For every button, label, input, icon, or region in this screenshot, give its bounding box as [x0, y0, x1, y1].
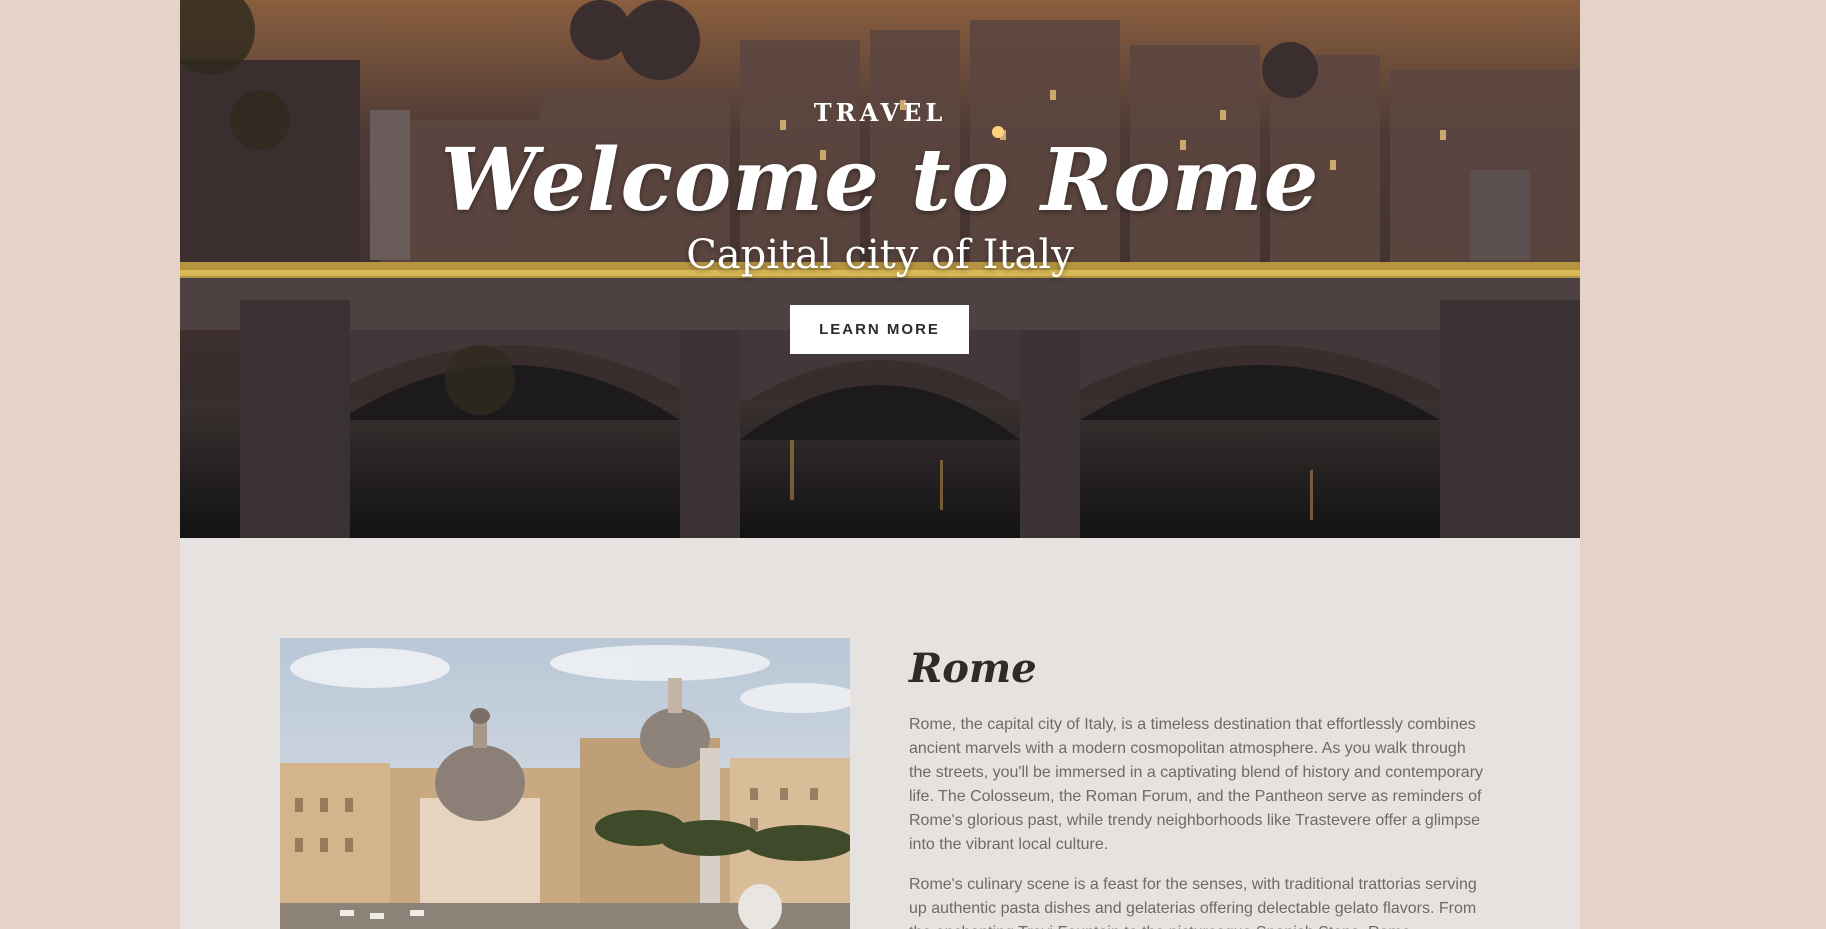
- learn-more-button[interactable]: LEARN MORE: [790, 305, 969, 354]
- hero-banner: TRAVEL Welcome to Rome Capital city of I…: [180, 0, 1580, 538]
- culinary-paragraph: Rome's culinary scene is a feast for the…: [909, 876, 1477, 929]
- rome-photo: [280, 638, 850, 929]
- section-heading: Rome: [909, 645, 1037, 692]
- intro-paragraph: Rome, the capital city of Italy, is a ti…: [909, 716, 1484, 853]
- hero-subtitle: Capital city of Italy: [686, 232, 1074, 278]
- hero-title: Welcome to Rome: [440, 130, 1320, 231]
- hero-eyebrow: TRAVEL: [813, 98, 947, 127]
- page-container: TRAVEL Welcome to Rome Capital city of I…: [180, 0, 1580, 929]
